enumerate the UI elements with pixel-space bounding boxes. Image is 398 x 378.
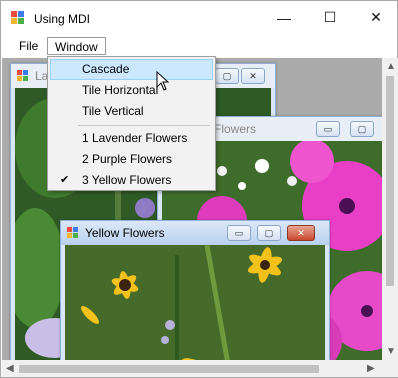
menu-item-label: 3 Yellow Flowers — [82, 173, 172, 187]
maximize-icon: ☐ — [323, 9, 337, 25]
maximize-button[interactable]: ☐ — [307, 1, 353, 34]
close-button[interactable]: ✕ — [353, 1, 398, 34]
purple-minimize-button[interactable]: ▭ — [316, 121, 340, 137]
menu-item-purple-flowers[interactable]: 2 Purple Flowers — [50, 149, 213, 170]
menu-separator — [78, 125, 210, 126]
minimize-button[interactable]: — — [261, 1, 307, 34]
menu-item-label: Tile Vertical — [82, 104, 144, 118]
minimize-icon: ▭ — [323, 123, 333, 134]
yellow-photo — [65, 245, 325, 360]
minimize-icon: ▭ — [234, 227, 244, 238]
menu-file[interactable]: File — [12, 37, 45, 55]
menu-bar: File Window — [1, 36, 397, 56]
menu-item-tile-horizontal[interactable]: Tile Horizontal — [50, 80, 213, 101]
title-bar[interactable]: Using MDI — ☐ ✕ — [1, 1, 397, 34]
close-icon: ✕ — [249, 70, 257, 81]
child-window-yellow[interactable]: Yellow Flowers ▭ ▢ ✕ — [60, 220, 330, 360]
scrollbar-corner — [382, 360, 398, 377]
close-icon: ✕ — [297, 227, 305, 238]
main-window: Using MDI — ☐ ✕ File Window La ▢ ✕ Flowe… — [0, 0, 398, 378]
menu-item-label: Tile Horizontal — [82, 83, 159, 97]
maximize-icon: ▢ — [222, 70, 232, 81]
scroll-up-icon[interactable]: ▲ — [386, 61, 396, 72]
yellow-flowers-image — [65, 245, 325, 360]
window-title: Using MDI — [34, 12, 91, 26]
horizontal-scroll-thumb[interactable] — [19, 365, 319, 373]
window-menu-dropdown: Cascade Tile Horizontal Tile Vertical 1 … — [47, 56, 216, 191]
child-title-yellow: Yellow Flowers — [85, 226, 165, 240]
yellow-maximize-button[interactable]: ▢ — [257, 225, 281, 241]
mouse-cursor-icon — [156, 71, 170, 91]
vertical-scrollbar[interactable]: ▲ ▼ — [382, 58, 398, 360]
child-app-icon — [67, 227, 78, 238]
vertical-scroll-thumb[interactable] — [386, 76, 394, 286]
scroll-right-icon[interactable]: ▶ — [367, 363, 375, 374]
menu-item-yellow-flowers[interactable]: ✔ 3 Yellow Flowers — [50, 170, 213, 191]
lavender-maximize-button[interactable]: ▢ — [215, 68, 239, 84]
minimize-icon: — — [277, 9, 291, 26]
maximize-icon: ▢ — [264, 227, 274, 238]
yellow-close-button[interactable]: ✕ — [287, 225, 315, 241]
scroll-down-icon[interactable]: ▼ — [386, 346, 396, 357]
menu-item-label: Cascade — [82, 62, 130, 76]
menu-item-tile-vertical[interactable]: Tile Vertical — [50, 101, 213, 122]
menu-window[interactable]: Window — [47, 37, 106, 55]
horizontal-scrollbar[interactable]: ◀ ▶ — [2, 360, 382, 377]
child-titlebar-yellow[interactable]: Yellow Flowers ▭ ▢ ✕ — [61, 221, 329, 245]
checkmark-icon: ✔ — [60, 174, 70, 186]
child-title-purple: Flowers — [214, 122, 257, 136]
child-app-icon — [17, 70, 28, 81]
menu-item-label: 1 Lavender Flowers — [82, 131, 188, 145]
menu-item-cascade[interactable]: Cascade — [50, 59, 213, 80]
menu-item-label: 2 Purple Flowers — [82, 152, 173, 166]
app-icon — [11, 11, 24, 24]
yellow-minimize-button[interactable]: ▭ — [227, 225, 251, 241]
purple-maximize-button[interactable]: ▢ — [350, 121, 374, 137]
menu-item-lavender-flowers[interactable]: 1 Lavender Flowers — [50, 128, 213, 149]
maximize-icon: ▢ — [357, 123, 367, 134]
scroll-left-icon[interactable]: ◀ — [6, 363, 14, 374]
close-icon: ✕ — [370, 9, 382, 25]
lavender-close-button[interactable]: ✕ — [241, 68, 265, 84]
